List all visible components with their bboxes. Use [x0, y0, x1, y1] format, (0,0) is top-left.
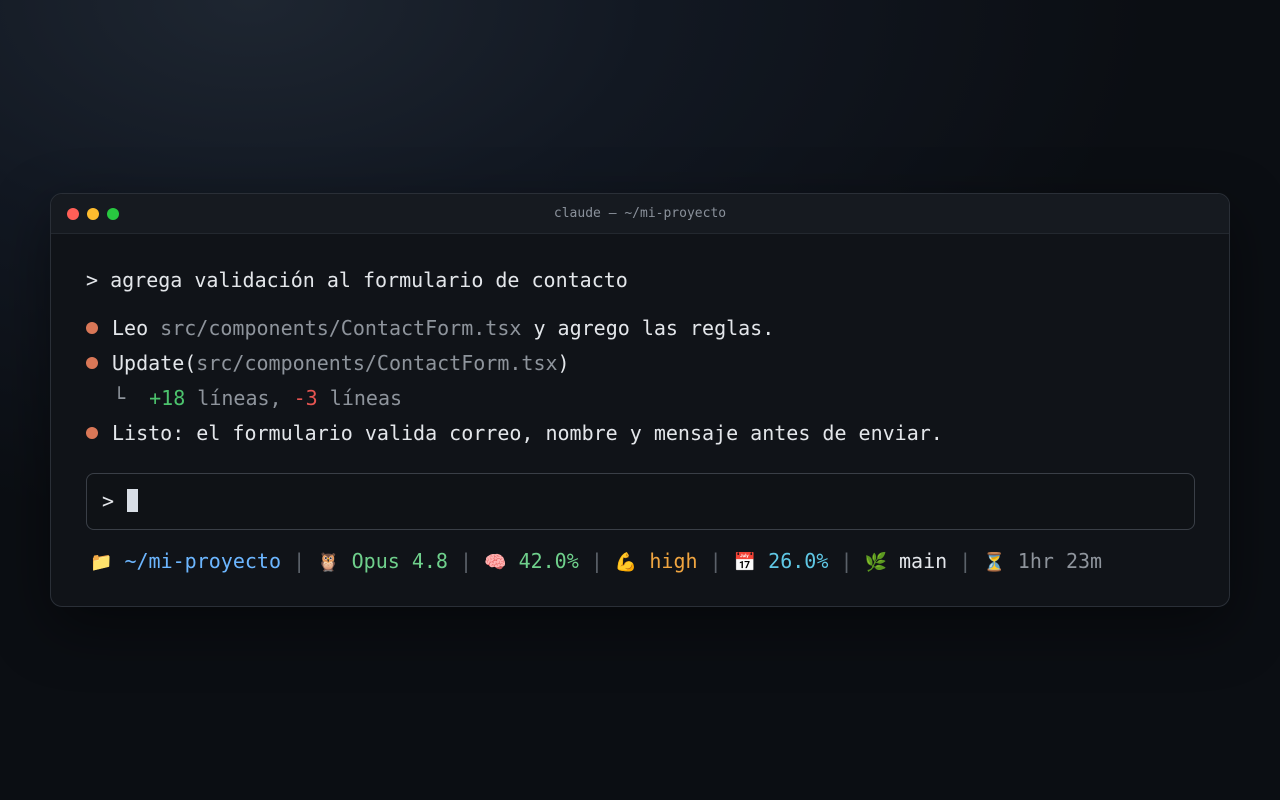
status-directory: ~/mi-proyecto [124, 549, 282, 573]
diff-summary: └ +18 líneas, -3 líneas [86, 381, 402, 416]
status-session-time: 1hr 23m [1017, 549, 1103, 573]
lines-added-label: líneas, [185, 386, 294, 410]
user-prompt: > agrega validación al formulario de con… [86, 268, 628, 292]
transcript-entry-done: Listo: el formulario valida correo, nomb… [86, 416, 943, 451]
bullet-icon [86, 321, 98, 334]
status-separator: | [959, 549, 972, 573]
status-separator: | [460, 549, 473, 573]
title-bar: claude — ~/mi-proyecto [51, 194, 1229, 234]
status-separator: | [709, 549, 722, 573]
brain-icon: 🧠 [484, 552, 507, 573]
terminal-window: claude — ~/mi-proyecto > agrega validaci… [50, 193, 1230, 607]
lines-removed-label: líneas [317, 386, 403, 410]
lines-added: +18 [149, 386, 186, 410]
window-title: claude — ~/mi-proyecto [553, 206, 727, 221]
calendar-icon: 📅 [733, 552, 757, 573]
file-path: src/components/ContactForm.tsx [196, 351, 558, 375]
flexed-biceps-icon: 💪 [614, 552, 638, 573]
status-separator: | [840, 549, 853, 573]
tree-connector-icon: └ [113, 386, 126, 410]
owl-icon: 🦉 [317, 552, 340, 573]
lines-removed: -3 [293, 386, 318, 410]
bullet-icon [86, 426, 98, 439]
herb-icon: 🌿 [864, 552, 887, 573]
hourglass-icon: ⏳ [983, 552, 1006, 573]
status-separator: | [293, 549, 306, 573]
folder-icon: 📁 [90, 552, 113, 573]
file-path: src/components/ContactForm.tsx [160, 316, 522, 340]
status-branch: main [899, 549, 948, 573]
status-line: 📁 ~/mi-proyecto | 🦉 Opus 4.8 | 🧠 42.0% |… [90, 544, 1102, 580]
transcript-entry-update: Update(src/components/ContactForm.tsx) [86, 346, 570, 381]
status-context: 42.0% [518, 549, 579, 573]
entry-text: Listo: el formulario valida correo, nomb… [112, 421, 943, 445]
entry-prefix: Update( [112, 351, 197, 375]
status-model: Opus 4.8 [351, 549, 448, 573]
text-cursor [127, 489, 138, 512]
transcript-entry-read: Leo src/components/ContactForm.tsx y agr… [86, 311, 774, 346]
entry-prefix: Leo [112, 316, 161, 340]
terminal-body: > agrega validación al formulario de con… [86, 234, 1195, 606]
input-prompt-symbol: > [102, 489, 115, 513]
entry-suffix: y agrego las reglas. [521, 316, 775, 340]
status-usage: 26.0% [768, 549, 829, 573]
entry-suffix: ) [557, 351, 570, 375]
bullet-icon [86, 356, 98, 369]
prompt-input[interactable]: > [86, 473, 1195, 530]
status-effort: high [649, 549, 698, 573]
status-separator: | [590, 549, 603, 573]
